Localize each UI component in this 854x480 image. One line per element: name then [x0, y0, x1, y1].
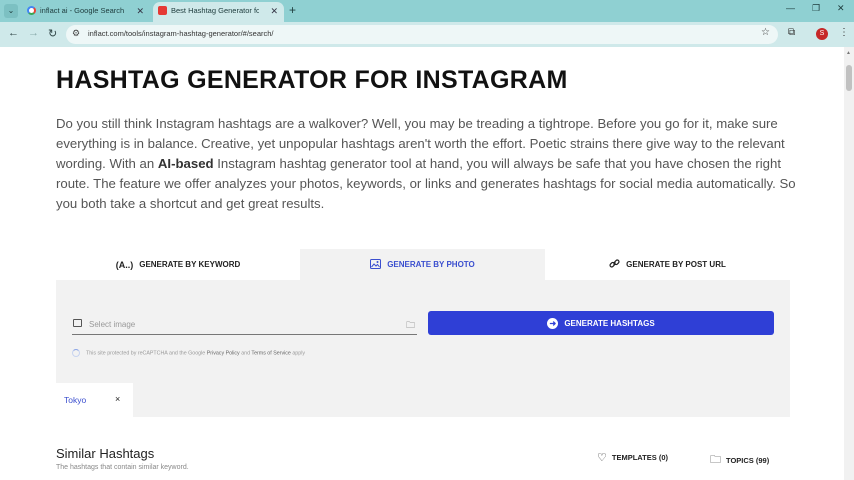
- terms-of-service-link[interactable]: Terms of Service: [251, 350, 290, 356]
- image-icon: [73, 319, 82, 327]
- templates-button[interactable]: ♡ TEMPLATES (0): [597, 451, 668, 464]
- recaptcha-and: and: [241, 350, 251, 357]
- extensions-icon[interactable]: ⧉: [788, 27, 795, 38]
- select-image-placeholder: Select image: [89, 320, 136, 329]
- heart-icon: ♡: [597, 452, 607, 464]
- recaptcha-icon: [72, 349, 80, 357]
- page-title: HASHTAG GENERATOR FOR INSTAGRAM: [56, 66, 568, 94]
- window-close-icon[interactable]: ✕: [837, 3, 845, 14]
- recaptcha-text: This site protected by reCAPTCHA and the…: [86, 350, 206, 357]
- similar-hashtags-title: Similar Hashtags: [56, 446, 155, 461]
- similar-hashtags-subtitle: The hashtags that contain similar keywor…: [56, 464, 189, 471]
- tab-title: inflact ai - Google Search: [40, 6, 125, 15]
- site-info-icon[interactable]: ⚙: [72, 28, 80, 39]
- tab-generate-by-keyword[interactable]: (A..) GENERATE BY KEYWORD: [56, 249, 300, 280]
- new-tab-icon[interactable]: +: [289, 3, 296, 17]
- scroll-up-arrow-icon[interactable]: ▲: [846, 50, 851, 56]
- recaptcha-notice: This site protected by reCAPTCHA and the…: [72, 349, 305, 357]
- tab-label: GENERATE BY KEYWORD: [139, 260, 241, 269]
- generate-hashtags-button[interactable]: ➜ GENERATE HASHTAGS: [428, 311, 774, 335]
- scrollbar-thumb[interactable]: [846, 65, 852, 91]
- google-favicon-icon: [27, 6, 36, 15]
- arrow-right-icon: ➜: [547, 317, 559, 329]
- select-image-field[interactable]: Select image 🗀: [72, 316, 417, 335]
- topics-button[interactable]: 🗀 TOPICS (99): [710, 451, 769, 470]
- keyword-chip[interactable]: Tokyo ×: [56, 383, 133, 417]
- tab-close-icon[interactable]: ✕: [136, 2, 144, 20]
- tab-label: GENERATE BY POST URL: [626, 260, 726, 269]
- profile-avatar[interactable]: S: [816, 28, 828, 40]
- forward-icon[interactable]: →: [28, 27, 39, 39]
- browser-tab-bar: ⌄ inflact ai - Google Search ✕ Best Hash…: [0, 0, 854, 22]
- generate-hashtags-label: GENERATE HASHTAGS: [564, 318, 655, 328]
- minimize-icon[interactable]: —: [786, 3, 795, 13]
- keyword-icon: (A..): [115, 259, 134, 270]
- intro-bold-text: AI-based: [157, 156, 214, 171]
- folder-icon[interactable]: 🗀: [406, 318, 415, 334]
- browser-tab-google-search[interactable]: inflact ai - Google Search ✕: [22, 2, 150, 22]
- back-icon[interactable]: ←: [8, 27, 19, 39]
- tab-close-icon[interactable]: ✕: [270, 2, 278, 20]
- tab-label: GENERATE BY PHOTO: [387, 260, 475, 269]
- browser-toolbar: ← → ↻ ⚙ inflact.com/tools/instagram-hash…: [0, 22, 854, 47]
- chip-close-icon[interactable]: ×: [115, 394, 120, 404]
- url-text: inflact.com/tools/instagram-hashtag-gene…: [88, 29, 274, 38]
- link-icon: [609, 258, 620, 271]
- reload-icon[interactable]: ↻: [48, 27, 57, 40]
- tab-title: Best Hashtag Generator for Insta: [171, 6, 259, 15]
- tab-generate-by-post-url[interactable]: GENERATE BY POST URL: [545, 249, 790, 280]
- restore-icon[interactable]: ❐: [812, 3, 820, 14]
- privacy-policy-link[interactable]: Privacy Policy: [207, 350, 240, 356]
- recaptcha-apply: apply: [292, 350, 306, 357]
- templates-label: TEMPLATES (0): [611, 453, 668, 462]
- intro-paragraph: Do you still think Instagram hashtags ar…: [56, 114, 796, 214]
- tab-search-menu-icon[interactable]: ⌄: [4, 4, 18, 18]
- inflact-favicon-icon: [158, 6, 167, 15]
- folder-icon: 🗀: [710, 454, 721, 466]
- address-bar[interactable]: ⚙ inflact.com/tools/instagram-hashtag-ge…: [66, 25, 778, 44]
- generator-tabs: (A..) GENERATE BY KEYWORD GENERATE BY PH…: [56, 249, 790, 280]
- bookmark-star-icon[interactable]: ☆: [761, 27, 770, 38]
- tab-generate-by-photo[interactable]: GENERATE BY PHOTO: [300, 249, 545, 280]
- page-scrollbar[interactable]: ▲: [844, 47, 854, 480]
- browser-tab-hashtag-generator[interactable]: Best Hashtag Generator for Insta ✕: [153, 2, 284, 22]
- browser-menu-icon[interactable]: ⋮: [839, 27, 849, 38]
- chip-label: Tokyo: [64, 395, 87, 405]
- generator-panel: Select image 🗀 ➜ GENERATE HASHTAGS This …: [56, 280, 790, 417]
- topics-label: TOPICS (99): [726, 456, 770, 465]
- image-icon: [370, 258, 382, 271]
